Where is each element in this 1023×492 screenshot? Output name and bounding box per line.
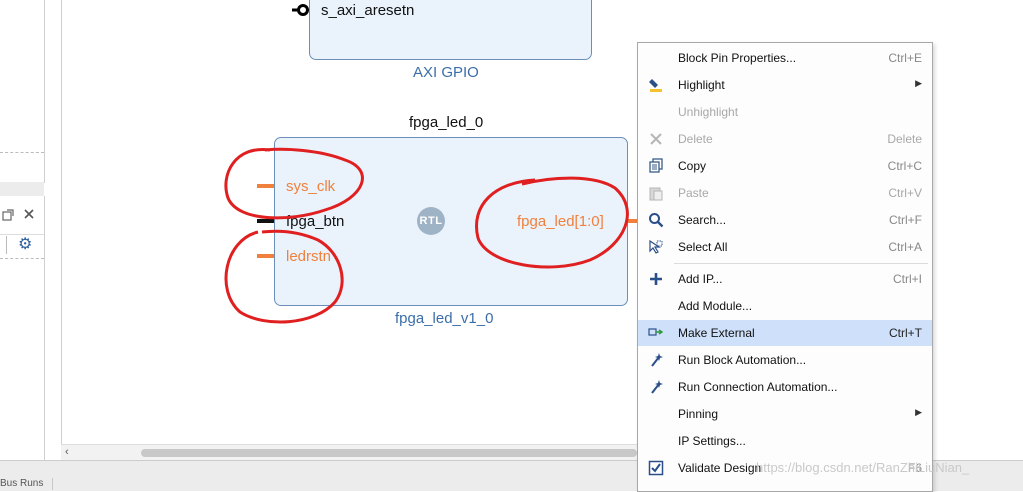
menu-item-add-ip[interactable]: Add IP... Ctrl+I (638, 266, 932, 292)
menu-item-label: Run Connection Automation... (678, 380, 838, 394)
make-external-icon (648, 325, 664, 341)
menu-item-shortcut: Ctrl+T (889, 326, 922, 340)
menu-item-label: Copy (678, 159, 707, 173)
annotation-circle-fpga-led (475, 176, 629, 269)
menu-item-run-block-automation[interactable]: Run Block Automation... (638, 347, 932, 373)
menu-item-label: Make External (678, 326, 755, 340)
menu-item-paste[interactable]: Paste Ctrl+V (638, 180, 932, 206)
menu-separator (674, 263, 928, 264)
add-icon (648, 271, 664, 287)
select-all-icon (648, 239, 664, 255)
menu-item-delete[interactable]: Delete Delete (638, 126, 932, 152)
menu-item-label: Validate Design (678, 461, 762, 475)
menu-item-make-external[interactable]: Make External Ctrl+T (638, 320, 932, 346)
submenu-arrow-icon: ▶ (915, 78, 922, 88)
menu-item-shortcut: Ctrl+E (888, 51, 922, 65)
menu-item-label: Delete (678, 132, 713, 146)
annotation-circle-ledrstn (224, 229, 344, 324)
context-menu: Block Pin Properties... Ctrl+E Highlight… (637, 42, 933, 492)
annotation-circle-sys-clk (224, 147, 364, 220)
menu-item-label: Add IP... (678, 272, 723, 286)
horizontal-scrollbar[interactable]: ‹ (61, 444, 637, 461)
watermark: https://blog.csdn.net/RanZhiLiuNian_ (756, 460, 970, 475)
delete-icon (648, 131, 664, 147)
menu-item-run-connection-automation[interactable]: Run Connection Automation... (638, 374, 932, 400)
menu-item-shortcut: Delete (887, 132, 922, 146)
menu-item-label: IP Settings... (678, 434, 746, 448)
menu-item-label: Paste (678, 186, 709, 200)
menu-item-label: Block Pin Properties... (678, 51, 797, 65)
menu-item-label: Select All (678, 240, 728, 254)
menu-item-block-pin-properties[interactable]: Block Pin Properties... Ctrl+E (638, 45, 932, 71)
right-blank-area (932, 0, 1023, 460)
copy-icon (648, 158, 664, 174)
menu-item-label: Highlight (678, 78, 725, 92)
menu-item-label: Pinning (678, 407, 719, 421)
menu-item-search[interactable]: Search... Ctrl+F (638, 207, 932, 233)
menu-item-ip-settings[interactable]: IP Settings... (638, 428, 932, 454)
wand-icon (648, 379, 664, 395)
menu-item-label: Unhighlight (678, 105, 739, 119)
menu-item-shortcut: Ctrl+F (889, 213, 922, 227)
menu-item-add-module[interactable]: Add Module... (638, 293, 932, 319)
menu-item-label: Run Block Automation... (678, 353, 807, 367)
menu-item-shortcut: Ctrl+A (888, 240, 922, 254)
search-icon (648, 212, 664, 228)
wand-icon (648, 352, 664, 368)
menu-item-shortcut: Ctrl+I (892, 272, 922, 286)
scroll-left-icon[interactable]: ‹ (65, 446, 69, 458)
menu-item-highlight[interactable]: Highlight ▶ (638, 72, 932, 98)
validate-icon (648, 460, 664, 476)
paste-icon (648, 185, 664, 201)
menu-item-unhighlight[interactable]: Unhighlight (638, 99, 932, 125)
menu-item-label: Search... (678, 213, 727, 227)
red-annotation-circles (224, 147, 629, 324)
highlight-icon (648, 77, 664, 93)
menu-item-shortcut: Ctrl+V (888, 186, 922, 200)
menu-item-shortcut: Ctrl+C (887, 159, 922, 173)
bottom-tab[interactable]: Bus Runs (0, 478, 53, 490)
scrollbar-thumb[interactable] (141, 449, 637, 457)
menu-item-label: Add Module... (678, 299, 753, 313)
menu-item-pinning[interactable]: Pinning ▶ (638, 401, 932, 427)
menu-item-copy[interactable]: Copy Ctrl+C (638, 153, 932, 179)
submenu-arrow-icon: ▶ (915, 407, 922, 417)
menu-item-select-all[interactable]: Select All Ctrl+A (638, 234, 932, 260)
